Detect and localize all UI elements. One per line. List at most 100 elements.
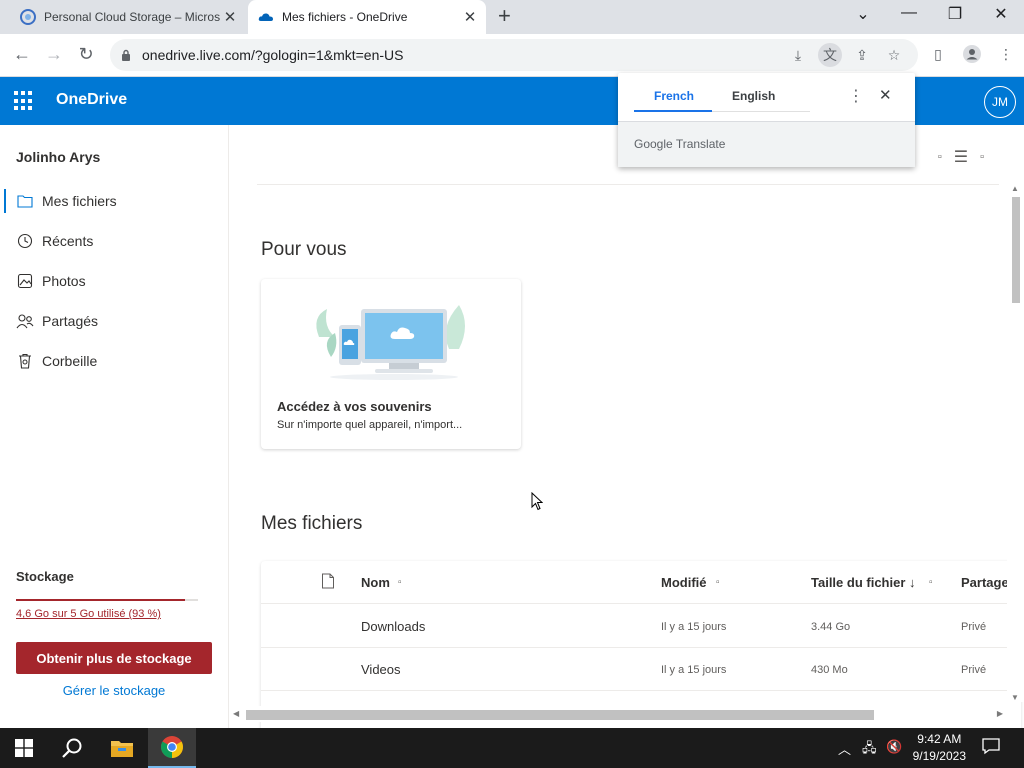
sidebar-item-partages[interactable]: Partagés	[0, 301, 228, 341]
search-button[interactable]	[48, 728, 96, 768]
table-header-row: Nom ▫ Modifié ▫ Taille du fichier ↓ ▫ Pa…	[261, 561, 1021, 604]
sidebar-item-label: Photos	[42, 273, 86, 289]
my-files-heading: Mes fichiers	[261, 513, 363, 534]
back-icon[interactable]: ←	[10, 44, 34, 65]
files-table: Nom ▫ Modifié ▫ Taille du fichier ↓ ▫ Pa…	[261, 561, 1021, 728]
column-header-name[interactable]: Nom	[361, 575, 390, 590]
folder-icon	[16, 192, 34, 210]
sidebar-item-mes-fichiers[interactable]: Mes fichiers	[0, 181, 228, 221]
photo-icon	[16, 272, 34, 290]
vertical-scroll-thumb[interactable]	[1012, 197, 1020, 303]
new-tab-button[interactable]: +	[498, 5, 511, 27]
reload-icon[interactable]: ↻	[74, 44, 98, 65]
sidebar-item-corbeille[interactable]: Corbeille	[0, 341, 228, 381]
translate-tab-indicator	[634, 110, 712, 112]
clock-date: 9/19/2023	[912, 749, 966, 763]
address-bar[interactable]: onedrive.live.com/?gologin=1&mkt=en-US ⤓…	[110, 39, 918, 71]
sidebar-item-photos[interactable]: Photos	[0, 261, 228, 301]
scroll-down-icon[interactable]: ▼	[1011, 693, 1019, 702]
start-button[interactable]	[0, 728, 48, 768]
scroll-left-icon[interactable]: ◀	[233, 709, 239, 718]
install-app-icon[interactable]: ⤓	[786, 43, 810, 67]
command-bar-divider	[257, 184, 999, 185]
browser-menu-icon[interactable]: ⋮	[994, 42, 1018, 66]
window-close-icon[interactable]: ✕	[989, 4, 1013, 24]
notifications-icon[interactable]	[982, 737, 1000, 758]
column-header-modified[interactable]: Modifié	[661, 575, 707, 590]
left-navigation: Jolinho Arys Mes fichiers Récents Photos…	[0, 125, 229, 728]
horizontal-scroll-thumb[interactable]	[246, 710, 874, 720]
scroll-right-icon[interactable]: ▶	[997, 709, 1003, 718]
file-size: 430 Mo	[811, 664, 848, 676]
file-explorer-button[interactable]	[98, 728, 146, 768]
main-content: ▫ ☰ ▫ Pour vous Accédez à vos souvenirs …	[229, 125, 1024, 728]
details-pane-icon[interactable]: ▫	[980, 151, 984, 163]
profile-icon[interactable]	[960, 42, 984, 66]
tab-search-icon[interactable]: ⌄	[851, 4, 875, 24]
edge-favicon-icon	[20, 9, 36, 25]
forward-icon[interactable]: →	[42, 44, 66, 65]
storage-title: Stockage	[16, 569, 74, 584]
column-options-icon[interactable]: ▫	[929, 577, 933, 588]
manage-storage-link[interactable]: Gérer le stockage	[16, 683, 212, 698]
memories-card[interactable]: Accédez à vos souvenirs Sur n'importe qu…	[261, 279, 521, 449]
translate-source-tab[interactable]: French	[654, 89, 694, 103]
minimize-icon[interactable]: —	[897, 4, 921, 22]
volume-muted-icon[interactable]: 🔇	[886, 739, 902, 755]
translate-icon[interactable]: 文	[818, 43, 842, 67]
file-name[interactable]: Downloads	[361, 619, 425, 634]
column-options-icon[interactable]: ▫	[398, 577, 402, 588]
view-layout-icon[interactable]: ☰	[954, 147, 968, 167]
translate-target-tab[interactable]: English	[732, 89, 775, 103]
translate-close-icon[interactable]: ✕	[879, 86, 892, 104]
translate-options-icon[interactable]: ⋮	[848, 86, 864, 106]
column-options-icon[interactable]: ▫	[716, 577, 720, 588]
vertical-scrollbar[interactable]: ▲ ▼	[1007, 184, 1024, 702]
get-more-storage-button[interactable]: Obtenir plus de stockage	[16, 642, 212, 674]
side-panel-icon[interactable]: ▯	[926, 42, 950, 66]
onedrive-brand[interactable]: OneDrive	[56, 91, 127, 109]
sort-icon[interactable]: ▫	[938, 151, 942, 163]
table-row[interactable]: Videos Il y a 15 jours 430 Mo Privé	[261, 648, 1021, 691]
horizontal-scrollbar[interactable]: ◀ ▶	[229, 706, 1007, 722]
user-name: Jolinho Arys	[16, 149, 101, 165]
file-size: 3.44 Go	[811, 621, 851, 633]
windows-taskbar: ︿ 🖧 🔇 9:42 AM 9/19/2023	[0, 728, 1024, 768]
chrome-taskbar-button[interactable]	[148, 728, 196, 768]
app-launcher-icon[interactable]	[14, 91, 34, 111]
table-row[interactable]: Downloads Il y a 15 jours 3.44 Go Privé	[261, 605, 1021, 648]
tab-personal-cloud-storage[interactable]: Personal Cloud Storage – Microsoft ✕	[8, 0, 246, 34]
browser-tab-strip: Personal Cloud Storage – Microsoft ✕ Mes…	[0, 0, 1024, 34]
share-icon[interactable]: ⇪	[850, 43, 874, 67]
column-header-sharing[interactable]: Partage	[961, 575, 1009, 590]
file-modified: Il y a 15 jours	[661, 664, 727, 676]
file-name[interactable]: Videos	[361, 662, 401, 677]
storage-usage-fill	[16, 599, 186, 601]
bookmark-star-icon[interactable]: ☆	[882, 43, 906, 67]
system-clock[interactable]: 9:42 AM 9/19/2023	[913, 731, 966, 765]
storage-usage-link[interactable]: 4,6 Go sur 5 Go utilisé (93 %)	[16, 608, 161, 620]
column-header-size[interactable]: Taille du fichier ↓	[811, 575, 916, 590]
trash-icon	[16, 352, 34, 370]
sidebar-item-label: Mes fichiers	[42, 193, 117, 209]
close-tab-icon[interactable]: ✕	[460, 8, 480, 26]
card-subtitle: Sur n'importe quel appareil, n'import...	[277, 419, 463, 431]
sidebar-item-recents[interactable]: Récents	[0, 221, 228, 261]
people-icon	[16, 312, 34, 330]
network-icon[interactable]: 🖧	[862, 739, 877, 761]
scroll-up-icon[interactable]: ▲	[1011, 184, 1019, 193]
card-title: Accédez à vos souvenirs	[277, 399, 432, 414]
show-hidden-icons-icon[interactable]: ︿	[838, 739, 851, 758]
account-avatar[interactable]: JM	[984, 86, 1016, 118]
storage-usage-bar	[16, 599, 198, 601]
file-type-icon[interactable]	[321, 573, 335, 592]
search-icon	[62, 738, 82, 758]
mouse-cursor-icon	[531, 492, 543, 511]
tab-mes-fichiers[interactable]: Mes fichiers - OneDrive ✕	[248, 0, 486, 34]
google-translate-logo: Google Translate	[634, 137, 726, 151]
sidebar-item-label: Corbeille	[42, 353, 98, 369]
file-sharing: Privé	[961, 664, 987, 676]
file-sharing: Privé	[961, 621, 987, 633]
close-tab-icon[interactable]: ✕	[220, 8, 240, 26]
restore-icon[interactable]: ❐	[943, 4, 967, 24]
